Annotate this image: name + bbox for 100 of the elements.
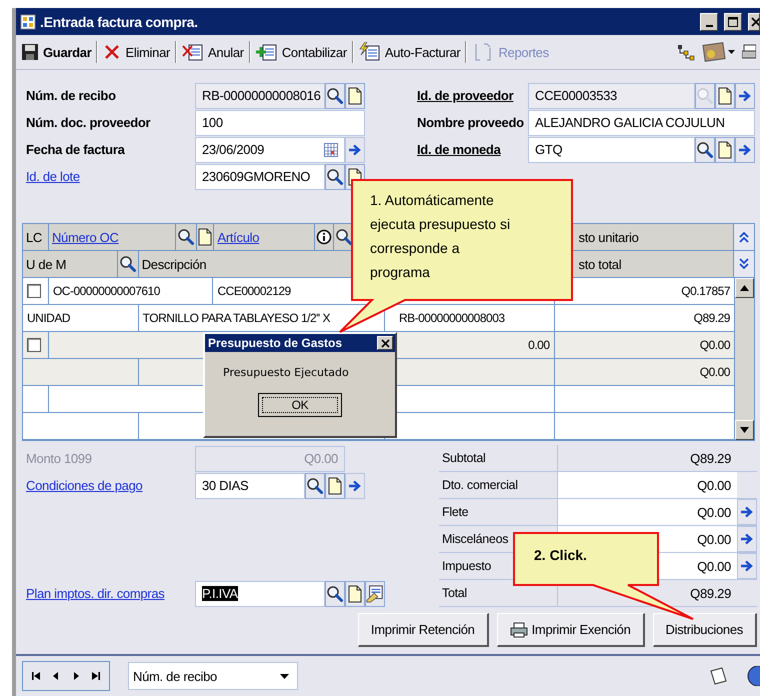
close-icon <box>751 16 759 26</box>
selected-text: P.I.IVA <box>202 586 238 601</box>
auto-tool-button[interactable]: Auto-Facturar <box>356 40 464 64</box>
amount-field[interactable]: Q0.00 <box>557 472 737 498</box>
table-cell: RB-00000000008003 <box>398 311 505 325</box>
table-cell: 0.00 <box>528 338 550 352</box>
expand-button[interactable] <box>734 251 754 277</box>
column-header: U de M <box>26 256 66 272</box>
action-button[interactable]: Distribuciones <box>652 613 757 647</box>
callout-text: 1. Automáticamente ejecuta presupuesto si corresponde a programa <box>370 191 512 282</box>
arrow-right-icon[interactable] <box>740 532 754 546</box>
action-button[interactable]: Imprimir Exención <box>496 613 645 647</box>
calendar-icon[interactable] <box>324 142 338 156</box>
void-tool-button[interactable]: Anular <box>179 40 247 64</box>
search-icon[interactable] <box>177 228 196 246</box>
collapse-button[interactable] <box>734 224 754 250</box>
search-icon[interactable] <box>696 140 714 158</box>
text-field[interactable]: RB-00000000008016 <box>195 82 325 108</box>
text-field[interactable]: P.I.IVA <box>195 580 325 606</box>
total-label: Flete <box>441 505 470 519</box>
total-label: Subtotal <box>441 451 486 465</box>
field-label: Fecha de factura <box>25 142 126 157</box>
delete-tool-button[interactable]: Eliminar <box>100 41 174 63</box>
search-icon[interactable] <box>306 476 324 494</box>
total-label: Misceláneos <box>441 532 510 546</box>
search-icon[interactable] <box>326 168 344 186</box>
table-cell: Q0.17857 <box>681 284 730 298</box>
field-link[interactable]: Condiciones de pago <box>22 478 195 493</box>
plus-document-icon <box>256 42 278 62</box>
column-header: LC <box>26 230 42 244</box>
notepad-icon[interactable] <box>366 584 384 604</box>
search-icon[interactable] <box>326 86 344 104</box>
info-icon[interactable] <box>316 229 332 245</box>
arrow-right-icon[interactable] <box>740 505 754 519</box>
field-label: Monto 1099 <box>25 451 93 466</box>
close-icon <box>380 338 390 348</box>
arrow-right-icon[interactable] <box>348 478 362 492</box>
amount-field[interactable]: Q0.00 <box>557 499 737 525</box>
table-cell: CCE00002129 <box>217 284 291 298</box>
minimize-button[interactable] <box>700 12 718 30</box>
checkbox[interactable] <box>27 338 41 352</box>
new-page-icon[interactable] <box>198 228 212 246</box>
search-icon[interactable] <box>118 255 137 273</box>
callout-text: 2. Click. <box>534 546 587 565</box>
ok-button[interactable]: OK <box>258 393 342 417</box>
note-icon[interactable] <box>708 666 728 686</box>
new-page-icon[interactable] <box>718 86 732 104</box>
hierarchy-icon[interactable] <box>676 43 696 61</box>
help-icon[interactable] <box>746 666 760 686</box>
text-field[interactable]: 100 <box>195 110 365 136</box>
new-page-icon[interactable] <box>348 86 362 104</box>
scrollbar[interactable] <box>734 278 754 440</box>
save-tool-button[interactable]: Guardar <box>18 41 94 63</box>
text-field[interactable]: 30 DIAS <box>195 472 305 498</box>
text-field[interactable]: 230609GMORENO <box>195 164 325 190</box>
field-link[interactable]: Id. de proveedor <box>413 88 528 103</box>
action-button[interactable]: Imprimir Retención <box>358 613 489 647</box>
field-link[interactable]: Plan imptos. dir. compras <box>22 586 195 601</box>
last-icon <box>91 671 101 681</box>
double-chevron-up-icon <box>738 230 750 244</box>
table-cell: Q0.00 <box>700 365 730 379</box>
field-label: Nombre proveedo <box>416 115 525 130</box>
scroll-up-icon <box>740 285 749 291</box>
window-title: .Entrada factura compra. <box>40 14 198 30</box>
total-label: Dto. comercial <box>441 478 519 492</box>
table-cell: OC-00000000007610 <box>52 284 160 298</box>
text-field[interactable]: 23/06/2009 <box>195 136 345 162</box>
maximize-icon <box>728 16 738 26</box>
arrow-right-icon[interactable] <box>738 142 752 156</box>
new-page-icon[interactable] <box>718 140 732 158</box>
sort-dropdown[interactable]: Núm. de recibo <box>128 662 298 690</box>
text-field[interactable]: ALEJANDRO GALICIA COJULUN <box>528 110 755 136</box>
arrow-right-icon[interactable] <box>740 559 754 573</box>
checkbox[interactable] <box>27 284 41 298</box>
next-icon <box>71 671 81 681</box>
field-label: Núm. doc. proveedor <box>25 115 152 130</box>
text-field[interactable]: GTQ <box>528 136 695 162</box>
close-button[interactable] <box>748 12 760 30</box>
column-header: Descripción <box>142 256 206 272</box>
image-dropdown-icon[interactable] <box>702 41 736 63</box>
table-cell: Q89.29 <box>694 311 730 325</box>
previous-icon <box>51 671 61 681</box>
new-page-icon[interactable] <box>328 476 342 494</box>
total-label: Total <box>441 586 468 600</box>
close-button[interactable] <box>377 336 393 350</box>
search-icon[interactable] <box>326 584 344 602</box>
column-link[interactable]: Número OC <box>52 230 119 244</box>
post-tool-button[interactable]: Contabilizar <box>252 40 350 64</box>
field-link[interactable]: Id. de lote <box>22 169 195 184</box>
dialog-title: Presupuesto de Gastos <box>208 336 342 350</box>
new-page-icon[interactable] <box>348 584 362 602</box>
text-field[interactable]: CCE00003533 <box>528 82 695 108</box>
maximize-button[interactable] <box>724 12 742 30</box>
arrow-right-icon[interactable] <box>738 88 752 102</box>
arrow-right-icon[interactable] <box>348 142 362 156</box>
search-icon[interactable] <box>335 228 354 246</box>
cancel-document-icon <box>182 42 204 62</box>
column-link[interactable]: Artículo <box>217 230 260 244</box>
scroll-down-icon <box>740 427 749 433</box>
field-link[interactable]: Id. de moneda <box>413 142 528 157</box>
